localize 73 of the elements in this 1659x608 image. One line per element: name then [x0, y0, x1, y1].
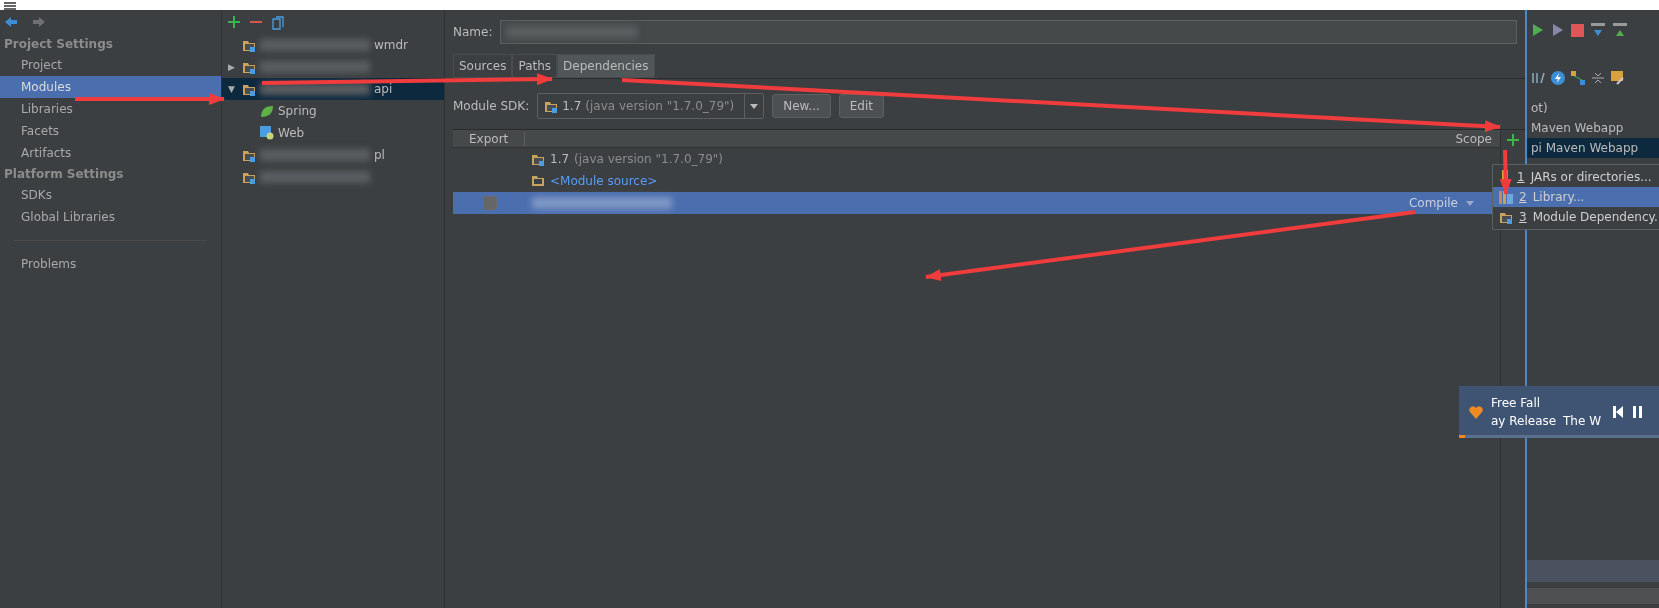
web-facet-icon	[260, 126, 274, 140]
module-folder-icon	[1499, 210, 1513, 224]
column-header: Export	[453, 131, 526, 146]
tree-item[interactable]: Web	[222, 122, 444, 144]
toggle-icon[interactable]	[1531, 71, 1545, 85]
module-folder-icon	[242, 60, 256, 74]
tree-item[interactable]: ▶	[222, 56, 444, 78]
pause-icon[interactable]	[1633, 406, 1643, 418]
menu-item[interactable]: 2 Library...	[1493, 187, 1659, 207]
tree-item[interactable]: Spring	[222, 100, 444, 122]
lightning-icon[interactable]	[1551, 71, 1565, 85]
section-header: Platform Settings	[3, 166, 125, 183]
diagram-icon[interactable]	[1571, 71, 1585, 85]
tree-item[interactable]: pl	[222, 144, 444, 166]
expand-toggle[interactable]: ▼	[228, 84, 235, 94]
tool-window-item[interactable]: ot)	[1527, 98, 1659, 118]
stop-icon[interactable]	[1571, 23, 1584, 37]
heart-icon[interactable]	[1469, 405, 1483, 419]
name-label: Name:	[453, 25, 493, 39]
module-name: pl	[374, 148, 385, 162]
tree-item[interactable]: wmdr	[222, 34, 444, 56]
sidebar-item[interactable]: Modules	[0, 76, 221, 98]
tab[interactable]: Dependencies	[557, 54, 655, 78]
library-books-icon	[1499, 190, 1513, 204]
expand-toggle[interactable]: ▶	[228, 62, 235, 72]
tool-window-item[interactable]: pi Maven Webapp	[1527, 138, 1659, 158]
column-header: Scope	[1454, 131, 1493, 146]
section-header: Project Settings	[3, 36, 114, 53]
sdk-button[interactable]: Edit	[838, 94, 884, 118]
module-folder-icon	[242, 148, 256, 162]
vcs-update-icon[interactable]	[1590, 22, 1606, 38]
add-icon[interactable]	[1507, 134, 1519, 146]
caret-icon	[1466, 200, 1474, 206]
previous-track-icon[interactable]	[1613, 406, 1623, 418]
sdk-label: Module SDK:	[453, 99, 530, 113]
sidebar-item[interactable]: Facets	[0, 120, 221, 142]
sdk-button[interactable]: New...	[772, 94, 831, 118]
module-folder-icon	[242, 82, 256, 96]
forward-arrow-icon[interactable]	[32, 16, 46, 28]
vcs-commit-icon[interactable]	[1612, 22, 1628, 38]
module-folder-icon	[242, 38, 256, 52]
back-arrow-icon[interactable]	[4, 16, 18, 28]
sdk-folder-icon	[531, 152, 545, 166]
module-folder-icon	[242, 170, 256, 184]
add-icon[interactable]	[228, 16, 240, 28]
copy-icon[interactable]	[272, 16, 284, 30]
sidebar-item[interactable]: Libraries	[0, 98, 221, 120]
leaf-icon	[260, 104, 274, 118]
song-title: Free Fall	[1491, 396, 1542, 410]
collapse-all-icon[interactable]	[1591, 71, 1605, 85]
run-icon[interactable]	[1531, 23, 1545, 37]
sidebar-item[interactable]: Problems	[0, 253, 221, 275]
module-name: wmdr	[374, 38, 409, 52]
sidebar-item[interactable]: Artifacts	[0, 142, 221, 164]
source-folder-icon	[531, 175, 545, 187]
tab[interactable]: Sources	[453, 54, 513, 78]
sidebar-item[interactable]: SDKs	[0, 184, 221, 206]
sidebar-item[interactable]: Global Libraries	[0, 206, 221, 228]
module-name: api	[374, 82, 393, 96]
artist-name: The W	[1563, 414, 1601, 428]
dependency-row[interactable]: 1.7 (java version "1.7.0_79")	[453, 148, 1500, 170]
caret-icon	[750, 103, 759, 109]
tool-window-item[interactable]: Maven Webapp	[1527, 118, 1659, 138]
album-name: ay Release	[1491, 414, 1557, 428]
sidebar-item[interactable]: Project	[0, 54, 221, 76]
sdk-folder-icon	[544, 99, 559, 113]
name-field[interactable]	[500, 20, 1517, 44]
menu-icon[interactable]	[4, 2, 16, 10]
tab[interactable]: Paths	[512, 54, 558, 78]
debug-icon[interactable]	[1551, 23, 1565, 37]
sdk-dropdown[interactable]: 1.7 (java version "1.7.0_79")	[537, 93, 765, 119]
export-checkbox[interactable]	[483, 196, 497, 210]
scope-dropdown[interactable]: Compile	[1408, 196, 1474, 210]
